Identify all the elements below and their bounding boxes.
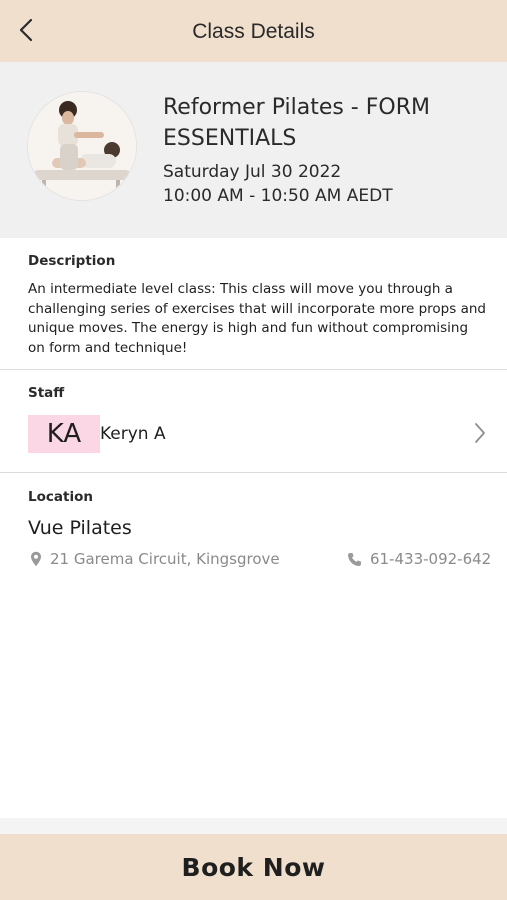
back-button[interactable] <box>12 14 40 46</box>
class-image <box>28 92 136 200</box>
location-name: Vue Pilates <box>28 517 132 539</box>
class-details-screen: Class Details Reformer Pilates - FORM ES… <box>0 0 507 900</box>
address-link[interactable]: 21 Garema Circuit, Kingsgrove <box>30 550 280 568</box>
class-title: Reformer Pilates - FORM ESSENTIALS <box>163 95 430 151</box>
phone-icon <box>348 552 361 566</box>
divider <box>0 472 507 473</box>
description-text: An intermediate level class: This class … <box>28 281 486 356</box>
top-nav-bar: Class Details <box>0 0 507 62</box>
pilates-photo-illustration <box>28 92 136 200</box>
book-now-button[interactable]: Book Now <box>0 834 507 900</box>
chevron-right-icon <box>475 423 485 443</box>
staff-name: Keryn A <box>100 424 166 444</box>
staff-label: Staff <box>28 385 65 401</box>
page-title: Class Details <box>192 20 315 43</box>
class-time: 10:00 AM - 10:50 AM AEDT <box>163 186 393 206</box>
phone-text: 61-433-092-642 <box>370 550 492 568</box>
phone-link[interactable]: 61-433-092-642 <box>347 550 491 568</box>
staff-row[interactable]: KA Keryn A <box>0 412 507 458</box>
class-date: Saturday Jul 30 2022 <box>163 162 342 182</box>
footer-separator <box>0 818 507 834</box>
chevron-left-icon <box>19 18 33 42</box>
staff-avatar: KA <box>28 415 100 453</box>
divider <box>0 369 507 370</box>
map-pin-icon <box>31 551 41 567</box>
class-summary: Reformer Pilates - FORM ESSENTIALS Satur… <box>0 62 507 238</box>
address-text: 21 Garema Circuit, Kingsgrove <box>50 550 280 568</box>
location-label: Location <box>28 489 93 505</box>
description-label: Description <box>28 253 116 269</box>
